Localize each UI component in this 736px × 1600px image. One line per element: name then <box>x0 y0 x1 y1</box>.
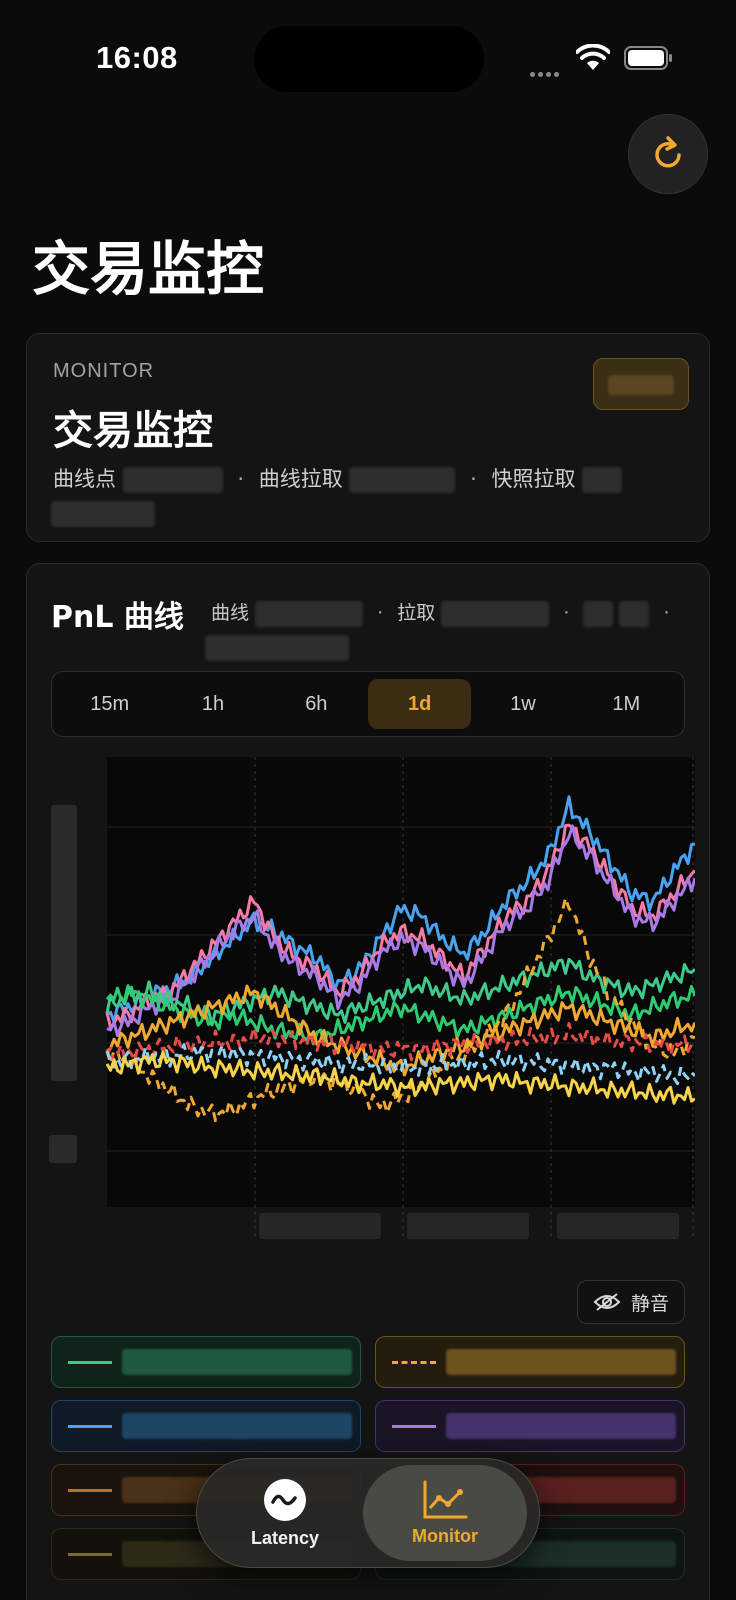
x-axis-tick-label <box>259 1213 381 1239</box>
eye-off-icon <box>593 1293 621 1311</box>
legend-swatch <box>68 1424 112 1428</box>
pnl-meta-separator: · <box>563 602 570 624</box>
status-bar: 16:08 <box>0 0 736 110</box>
wifi-icon <box>576 44 610 70</box>
page-title: 交易监控 <box>32 235 265 303</box>
nav-monitor[interactable]: Monitor <box>363 1465 527 1561</box>
legend-item[interactable] <box>375 1336 685 1388</box>
legend-swatch <box>68 1552 112 1556</box>
meta-snapshot-fetch-value-cont <box>51 501 155 527</box>
monitor-chart-icon <box>423 1480 468 1518</box>
pnl-meta-extra-b <box>619 600 650 627</box>
latency-icon <box>264 1478 306 1521</box>
dynamic-island <box>254 26 484 92</box>
meta-curve-points-value <box>122 467 223 493</box>
meta-snapshot-fetch-value <box>582 467 623 493</box>
legend-label <box>446 1349 676 1375</box>
pnl-meta-separator: · <box>377 602 384 624</box>
legend-swatch <box>392 1360 436 1364</box>
mute-button[interactable]: 静音 <box>577 1280 685 1324</box>
nav-latency[interactable]: Latency <box>203 1465 367 1561</box>
legend-item[interactable] <box>51 1400 361 1452</box>
range-tab-1h[interactable]: 1h <box>161 679 264 729</box>
range-tab-1M[interactable]: 1M <box>575 679 678 729</box>
battery-icon <box>624 46 672 70</box>
status-time: 16:08 <box>96 40 178 75</box>
range-tab-1w[interactable]: 1w <box>471 679 574 729</box>
bottom-nav: Latency Monitor <box>196 1458 540 1568</box>
legend-item[interactable] <box>51 1336 361 1388</box>
pnl-meta-curve-label: 曲线 <box>211 602 250 624</box>
pnl-title: PnL 曲线 <box>51 600 184 635</box>
pnl-meta-fetch-value <box>441 600 550 627</box>
status-badge <box>593 358 689 410</box>
legend-label <box>446 1413 676 1439</box>
legend-swatch <box>68 1360 112 1364</box>
monitor-card: MONITOR 交易监控 曲线点 · 曲线拉取 · 快照拉取 <box>26 333 710 542</box>
refresh-icon <box>655 136 681 168</box>
pnl-card: PnL 曲线 曲线 · 拉取 · · 15m 1h 6h 1d 1w 1M 静音 <box>26 563 710 1600</box>
nav-latency-label: Latency <box>250 1527 320 1548</box>
pnl-chart-svg <box>105 757 695 1239</box>
pnl-meta-separator: · <box>663 602 670 624</box>
meta-separator: · <box>237 467 245 491</box>
cellular-signal-icon <box>530 64 566 77</box>
pnl-meta-extra-a <box>583 600 614 627</box>
nav-monitor-label: Monitor <box>412 1525 478 1546</box>
meta-snapshot-fetch-label: 快照拉取 <box>491 467 576 491</box>
mute-label: 静音 <box>630 1292 669 1315</box>
range-tabs: 15m 1h 6h 1d 1w 1M <box>51 671 685 737</box>
pnl-meta-curve-value <box>255 600 364 627</box>
legend-label <box>122 1349 352 1375</box>
range-tab-6h[interactable]: 6h <box>265 679 368 729</box>
meta-curve-fetch-label: 曲线拉取 <box>258 467 343 491</box>
status-badge-value <box>608 375 674 395</box>
pnl-meta-extra-c <box>205 634 349 661</box>
range-tab-15m[interactable]: 15m <box>58 679 161 729</box>
legend-label <box>122 1413 352 1439</box>
x-axis-tick-label <box>557 1213 679 1239</box>
pnl-meta-fetch-label: 拉取 <box>397 602 436 624</box>
meta-curve-points-label: 曲线点 <box>53 467 116 491</box>
legend-swatch <box>68 1488 112 1492</box>
refresh-button[interactable] <box>628 114 708 194</box>
card-title: 交易监控 <box>53 408 213 454</box>
meta-curve-fetch-value <box>349 467 456 493</box>
legend-swatch <box>392 1424 436 1428</box>
x-axis-tick-label <box>407 1213 529 1239</box>
card-meta: 曲线点 · 曲线拉取 · 快照拉取 <box>51 462 653 530</box>
pnl-chart[interactable] <box>47 757 695 1277</box>
legend-item[interactable] <box>375 1400 685 1452</box>
pnl-meta: 曲线 · 拉取 · · <box>205 596 701 664</box>
card-kicker: MONITOR <box>53 360 155 382</box>
range-tab-1d[interactable]: 1d <box>367 679 472 729</box>
meta-separator: · <box>470 467 477 491</box>
